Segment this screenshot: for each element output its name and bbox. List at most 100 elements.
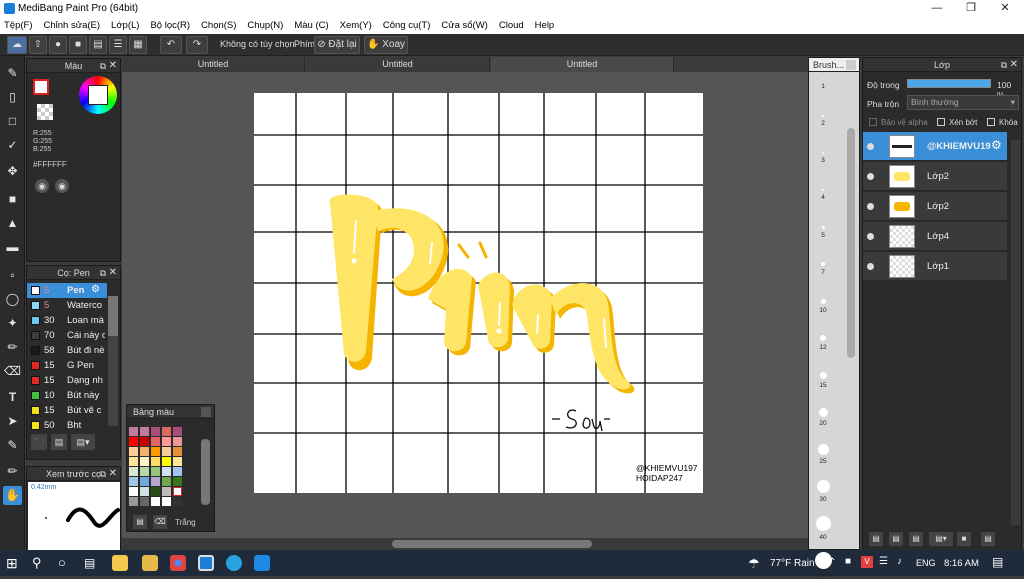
palette-swatch[interactable] [173,427,182,436]
dot-brush-icon[interactable]: ✓ [3,136,22,155]
add-brush-icon[interactable]: ▤▾ [71,434,95,450]
fill-rect-icon[interactable]: ■ [3,190,22,209]
palette-swatch[interactable] [129,427,138,436]
brush-size-dot[interactable] [822,78,824,80]
palette-icon[interactable]: ◉ [35,179,49,193]
add-layer-menu-icon[interactable]: ▤▾ [929,532,953,546]
palette-swatch[interactable] [151,477,160,486]
menu-view[interactable]: Xem(Y) [340,20,372,31]
lasso-tool-icon[interactable]: ◯ [3,290,22,309]
close-button[interactable]: ✕ [988,0,1022,17]
palette-new-icon[interactable]: ▤ [133,515,147,529]
eye-icon[interactable] [867,263,874,270]
brush-size-scrollbar[interactable] [847,128,855,358]
palette-swatch[interactable] [140,437,149,446]
brush-size-dot[interactable] [822,152,824,154]
divide-tool-icon[interactable]: ✎ [3,436,22,455]
gradient-tool-icon[interactable]: ▬ [3,238,22,257]
file-explorer-icon[interactable] [142,555,158,571]
undock-icon[interactable]: ⧉ [100,59,106,73]
eye-icon[interactable] [867,203,874,210]
menu-filter[interactable]: Bộ lọc(R) [150,20,190,31]
brush-list-item[interactable]: 15 Dạng nh [27,373,107,388]
zalo-icon[interactable] [254,555,270,571]
close-icon[interactable]: ✕ [109,266,117,280]
protect-alpha-checkbox[interactable] [869,118,877,126]
palette-swatch[interactable] [162,477,171,486]
palette-swatch[interactable] [173,437,182,446]
brush-size-dot[interactable] [821,225,825,229]
scroll-thumb[interactable] [392,540,592,548]
antivirus-icon[interactable]: V [861,556,873,568]
palette-swatch[interactable] [140,497,149,506]
brush-size-dot[interactable] [822,115,824,117]
eraser-tool-icon[interactable]: ▯ [3,88,22,107]
palette-swatch[interactable] [151,497,160,506]
palette-swatch[interactable] [151,487,160,496]
search-icon[interactable]: ⚲ [32,555,48,571]
grid-icon[interactable]: ▦ [129,36,147,54]
new-layer-icon[interactable]: ▤ [869,532,883,546]
palette-swatch[interactable] [140,427,149,436]
palette-swatch[interactable] [162,487,171,496]
palette-swatch[interactable] [129,467,138,476]
palette-scrollbar[interactable] [201,439,210,505]
palette-swatch[interactable] [129,447,138,456]
palette-swatch[interactable] [173,497,182,506]
menu-tools[interactable]: Công cụ(T) [383,20,431,31]
undock-icon[interactable]: ⧉ [1001,58,1007,72]
medibang-icon[interactable] [198,555,214,571]
brush-size-dot[interactable] [817,443,829,455]
rect-tool-icon[interactable]: □ [3,112,22,131]
undo-icon[interactable]: ↶ [160,36,182,54]
move-tool-icon[interactable]: ✥ [3,162,22,181]
palette-swatch[interactable] [140,487,149,496]
layer-row[interactable]: Lớp1 [863,252,1007,281]
folder-icon[interactable]: ■ [957,532,971,546]
menu-layer[interactable]: Lớp(L) [111,20,139,31]
list-icon[interactable]: ☰ [109,36,127,54]
layer-row[interactable]: @KHIEMVU19 ⚙ [863,132,1007,161]
secondary-color-swatch[interactable] [37,104,53,120]
brush-size-dot[interactable] [816,479,830,493]
close-icon[interactable] [201,407,211,417]
volume-icon[interactable]: ♪ [897,556,902,567]
layer-row[interactable]: Lớp4 [863,222,1007,251]
brush-list-item[interactable]: 15 Bút vẽ c [27,403,107,418]
brush-list-scrollbar[interactable] [108,296,118,426]
palette-add-icon[interactable]: ◉ [55,179,69,193]
menu-help[interactable]: Help [535,20,555,31]
palette-swatch[interactable] [162,467,171,476]
brush-list-item[interactable]: 70 Cái này c [27,328,107,343]
brush-list-item[interactable]: 15 G Pen [27,358,107,373]
brush-tool-icon[interactable]: ✎ [3,64,22,83]
start-icon[interactable]: ⊞ [6,555,22,571]
reset-button[interactable]: ⊘ Đặt lại [314,36,360,54]
menu-color[interactable]: Màu (C) [294,20,328,31]
maximize-button[interactable]: ❐ [954,0,988,17]
palette-swatch[interactable] [140,457,149,466]
color-wheel[interactable] [79,76,117,114]
brush-list-item[interactable]: 5 Pen ⚙ [27,283,107,298]
chat-icon[interactable]: ● [49,36,67,54]
task-view-icon[interactable]: ○ [58,555,74,571]
select-pen-icon[interactable]: ✏ [3,338,22,357]
brush-list-item[interactable]: 5 Waterco [27,298,107,313]
palette-swatch[interactable] [173,467,182,476]
palette-swatch[interactable] [151,437,160,446]
undock-icon[interactable]: ⧉ [100,467,106,481]
eyedropper-icon[interactable]: ✏ [3,462,22,481]
cloud-icon[interactable]: ☁ [7,36,27,54]
palette-swatch[interactable] [162,457,171,466]
language-indicator[interactable]: ENG [916,558,936,568]
palette-swatch[interactable] [151,457,160,466]
palette-swatch[interactable] [162,437,171,446]
color-square[interactable] [88,85,108,105]
palette-swatch[interactable] [162,447,171,456]
layer-row[interactable]: Lớp2 [863,162,1007,191]
layer-row[interactable]: Lớp2 [863,192,1007,221]
brush-size-dot[interactable] [821,262,825,266]
comment-icon[interactable]: ■ [69,36,87,54]
tab-untitled-2[interactable]: Untitled [306,57,490,72]
primary-color-swatch[interactable] [33,79,49,95]
